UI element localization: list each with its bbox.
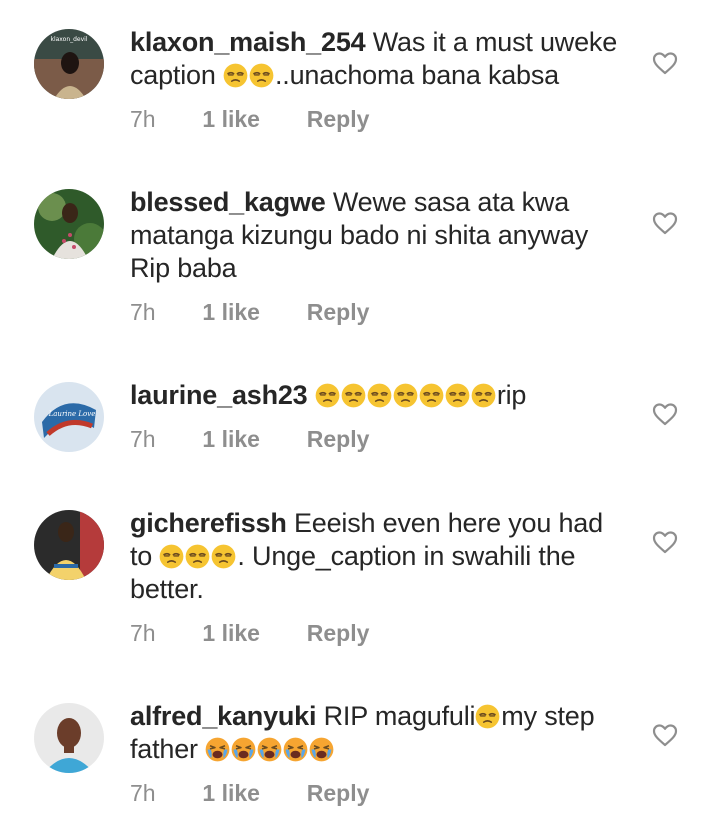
comment-text-line: to (130, 541, 160, 571)
loudly-crying-face-emoji (309, 737, 334, 762)
comment-meta: 7h 1 like Reply (130, 105, 369, 133)
unamused-face-emoji (475, 704, 500, 729)
loudly-crying-face-emoji (231, 737, 256, 762)
comment-text-line: . Unge_caption in swahili the (237, 541, 576, 571)
avatar[interactable] (34, 189, 104, 259)
unamused-face-emoji (315, 383, 340, 408)
avatar-lettering: Laurine Love (48, 410, 96, 418)
comment-text-line: matanga kizungu bado ni shita anyway (130, 220, 589, 250)
unamused-face-emoji (393, 383, 418, 408)
like-count[interactable]: 1 like (202, 425, 300, 453)
loudly-crying-face-emoji (257, 737, 282, 762)
comment-text-line: my step (501, 701, 595, 731)
timestamp: 7h (130, 780, 156, 806)
avatar[interactable]: klaxon_devil (34, 29, 104, 99)
heart-outline-icon[interactable] (652, 402, 678, 426)
avatar[interactable] (34, 510, 104, 580)
loudly-crying-face-emoji (205, 737, 230, 762)
loudly-crying-face-emoji (283, 737, 308, 762)
comment-text: laurine_ash23 rip (130, 379, 630, 412)
like-count[interactable]: 1 like (202, 619, 300, 647)
username[interactable]: laurine_ash23 (130, 380, 308, 410)
reply-button[interactable]: Reply (307, 425, 370, 453)
like-count[interactable]: 1 like (202, 779, 300, 807)
unamused-face-emoji (341, 383, 366, 408)
comment-meta: 7h 1 like Reply (130, 298, 369, 326)
comment-text: alfred_kanyuki RIP magufuli my step fathe… (130, 700, 630, 766)
comment-text-line: RIP magufuli (323, 701, 476, 731)
unamused-face-emoji (211, 544, 236, 569)
comment-text-line: Eeeish even here you had (293, 508, 603, 538)
username[interactable]: gicherefissh (130, 508, 287, 538)
username[interactable]: klaxon_maish_254 (130, 27, 366, 57)
comment-text-line: caption (130, 60, 216, 90)
unamused-face-emoji (445, 383, 470, 408)
heart-outline-icon[interactable] (652, 723, 678, 747)
unamused-face-emoji (223, 63, 248, 88)
comment-text: blessed_kagwe Wewe sasa ata kwa matanga … (130, 186, 630, 285)
username[interactable]: blessed_kagwe (130, 187, 326, 217)
heart-outline-icon[interactable] (652, 51, 678, 75)
comment-list: klaxon_devil klaxon_maish_254 Was it a m… (0, 0, 720, 818)
comment-meta: 7h 1 like Reply (130, 425, 369, 453)
unamused-face-emoji (185, 544, 210, 569)
comment-text-line: rip (496, 380, 527, 410)
comment-text-line: Was it a must uweke (372, 27, 618, 57)
comment-text: gicherefissh Eeeish even here you had to… (130, 507, 630, 606)
unamused-face-emoji (367, 383, 392, 408)
comment-text-line: better. (130, 574, 204, 604)
timestamp: 7h (130, 620, 156, 646)
unamused-face-emoji (249, 63, 274, 88)
timestamp: 7h (130, 299, 156, 325)
unamused-face-emoji (471, 383, 496, 408)
comment-text: klaxon_maish_254 Was it a must uweke cap… (130, 26, 630, 92)
avatar[interactable]: Laurine Love (34, 382, 104, 452)
timestamp: 7h (130, 426, 156, 452)
like-count[interactable]: 1 like (202, 298, 300, 326)
comment-text-line: Rip baba (130, 253, 237, 283)
heart-outline-icon[interactable] (652, 211, 678, 235)
reply-button[interactable]: Reply (307, 105, 370, 133)
comment-meta: 7h 1 like Reply (130, 779, 369, 807)
reply-button[interactable]: Reply (307, 298, 370, 326)
comment-text-line: ..unachoma bana kabsa (274, 60, 559, 90)
like-count[interactable]: 1 like (202, 105, 300, 133)
reply-button[interactable]: Reply (307, 619, 370, 647)
unamused-face-emoji (419, 383, 444, 408)
username[interactable]: alfred_kanyuki (130, 701, 316, 731)
timestamp: 7h (130, 106, 156, 132)
comment-text-line: Wewe sasa ata kwa (332, 187, 570, 217)
unamused-face-emoji (159, 544, 184, 569)
avatar-lettering: klaxon_devil (50, 36, 87, 43)
reply-button[interactable]: Reply (307, 779, 370, 807)
comment-text-line: father (130, 734, 198, 764)
avatar[interactable] (34, 703, 104, 773)
comment-meta: 7h 1 like Reply (130, 619, 369, 647)
heart-outline-icon[interactable] (652, 530, 678, 554)
